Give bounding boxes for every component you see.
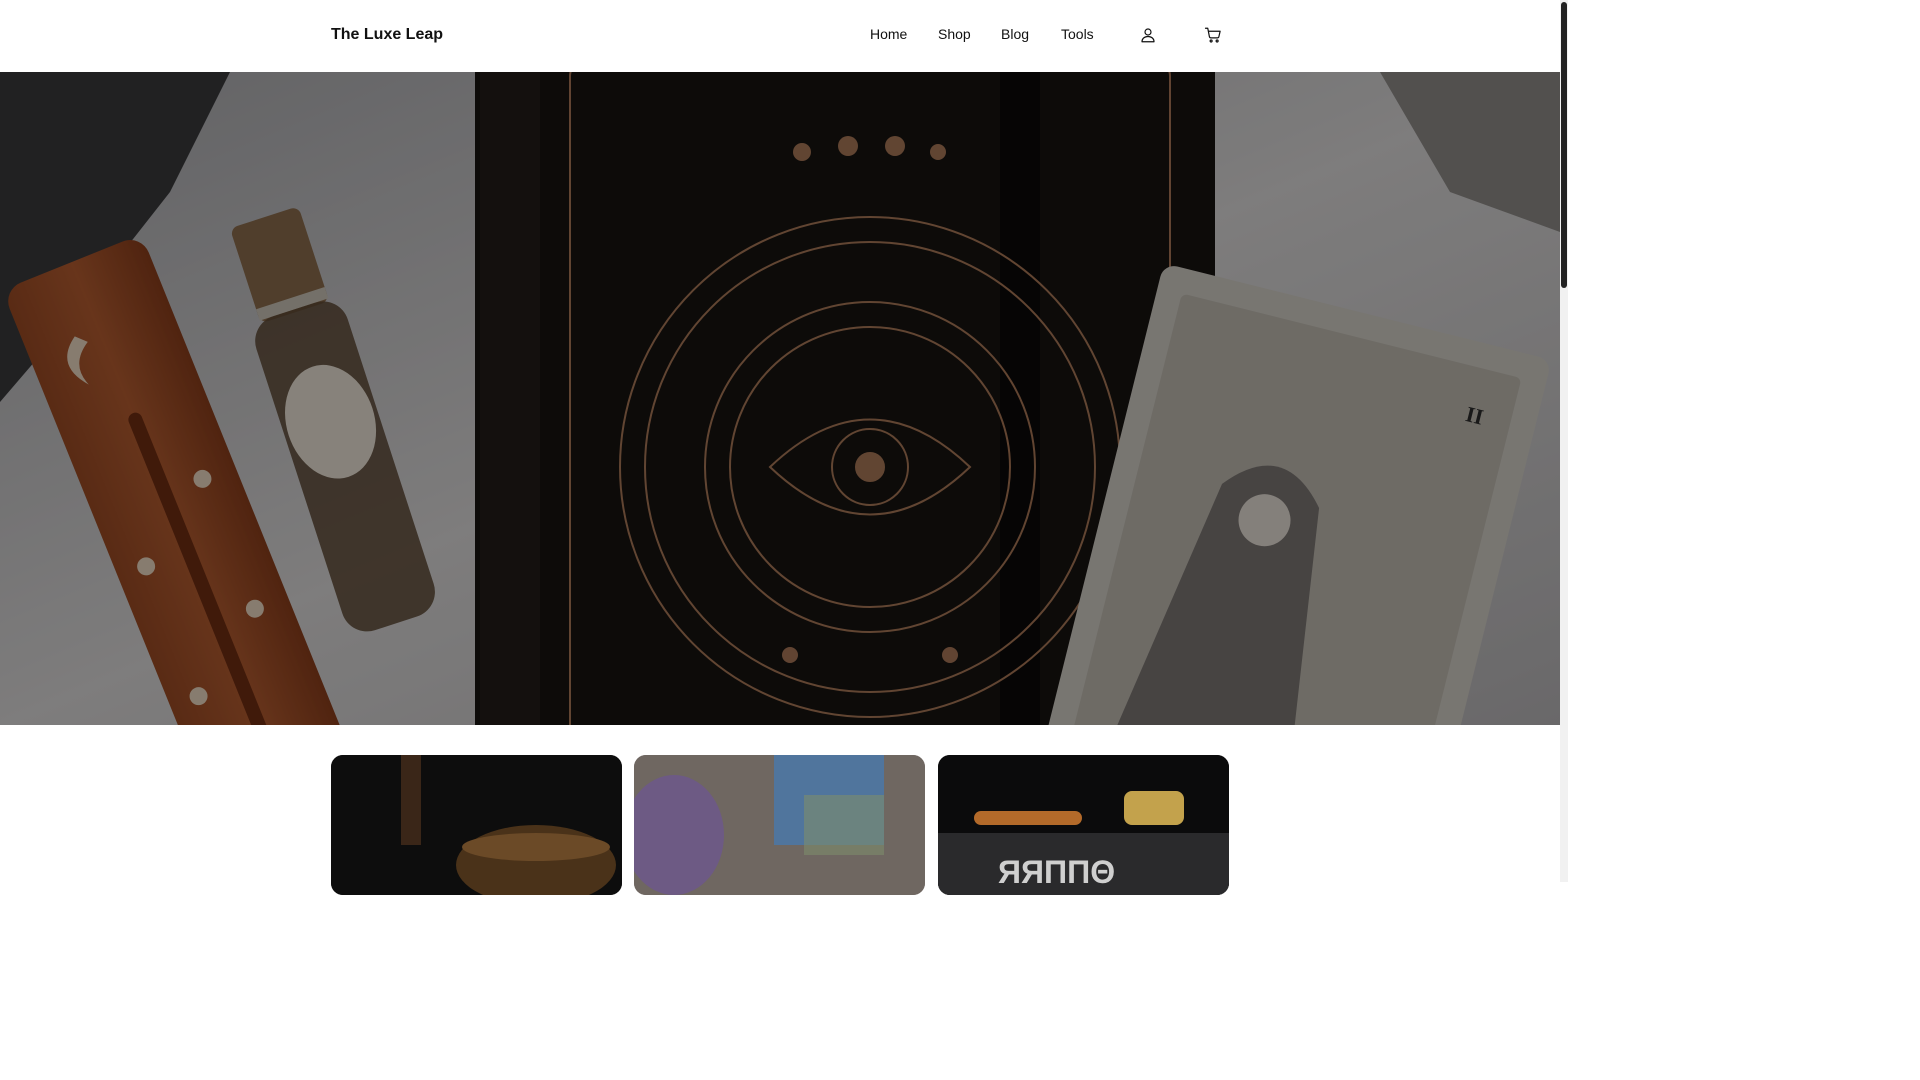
shopping-cart-icon[interactable] [1204,26,1224,46]
product-card[interactable]: ЯЯΠΠΘ [938,755,1229,895]
nav-home-link[interactable]: Home [870,26,907,42]
product-card[interactable] [331,755,622,895]
page-scrollbar[interactable] [1560,0,1568,882]
brand-logo[interactable]: The Luxe Leap [331,26,443,44]
nav-blog-link[interactable]: Blog [1001,26,1029,42]
nav-tools-link[interactable]: Tools [1061,26,1094,42]
hero-image: II [0,72,1560,725]
user-icon[interactable] [1139,26,1159,46]
svg-text:ЯЯΠΠΘ: ЯЯΠΠΘ [998,854,1115,890]
nav-shop-link[interactable]: Shop [938,26,971,42]
scrollbar-thumb[interactable] [1561,2,1567,288]
product-card[interactable] [634,755,925,895]
site-header: The Luxe Leap Home Shop Blog Tools [0,0,1560,72]
